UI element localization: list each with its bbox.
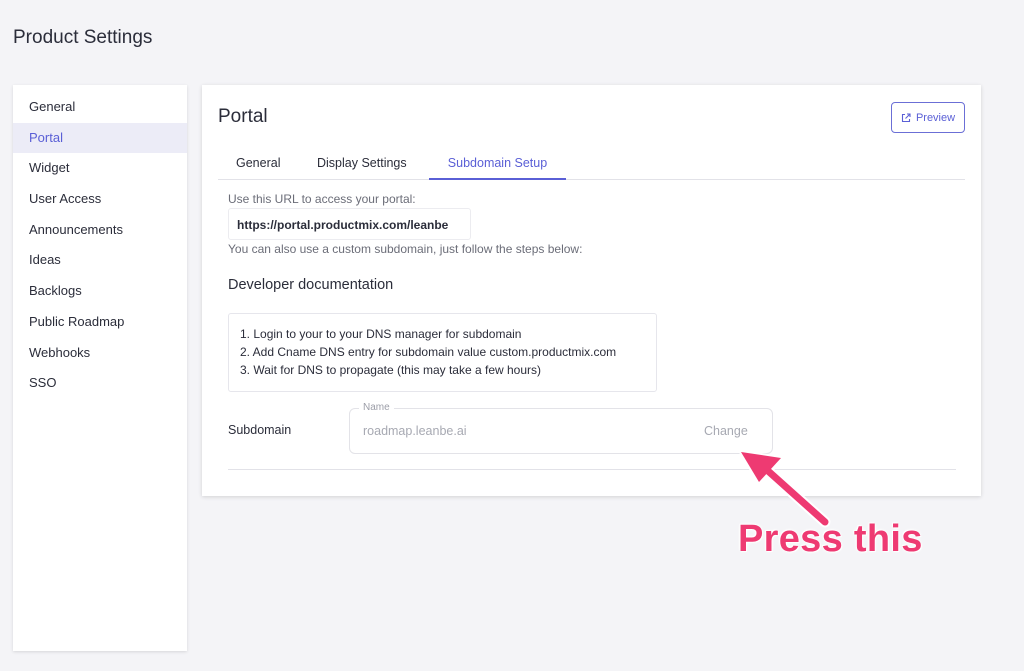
portal-url-field[interactable]: https://portal.productmix.com/leanbe (228, 208, 471, 240)
external-link-icon (901, 112, 911, 122)
dns-step: 3. Wait for DNS to propagate (this may t… (240, 363, 542, 377)
subdomain-field-label: Name (359, 402, 394, 413)
preview-label: Preview (915, 111, 956, 124)
tab-subdomain-setup[interactable]: Subdomain Setup (429, 148, 566, 180)
sidebar-item-webhooks[interactable]: Webhooks (13, 338, 187, 369)
page-title: Product Settings (13, 27, 153, 48)
annotation-arrow (739, 450, 831, 528)
preview-button[interactable]: Preview (891, 102, 965, 133)
sidebar-item-sso[interactable]: SSO (13, 368, 187, 399)
tab-display-settings[interactable]: Display Settings (317, 148, 407, 180)
subdomain-name-field[interactable]: Name roadmap.leanbe.ai Change (349, 402, 773, 454)
subdomain-value: roadmap.leanbe.ai (363, 424, 467, 438)
settings-sidebar: General Portal Widget User Access Announ… (13, 85, 187, 651)
card-title: Portal (218, 106, 268, 127)
sidebar-item-public-roadmap[interactable]: Public Roadmap (13, 307, 187, 338)
dns-steps-box: 1. Login to your to your DNS manager for… (228, 313, 657, 392)
sidebar-item-backlogs[interactable]: Backlogs (13, 276, 187, 307)
dns-step: 1. Login to your to your DNS manager for… (240, 327, 522, 341)
url-intro-text: Use this URL to access your portal: (228, 192, 416, 206)
dns-step: 2. Add Cname DNS entry for subdomain val… (240, 345, 617, 359)
annotation-text: Press this (738, 518, 923, 560)
tab-general[interactable]: General (236, 148, 280, 180)
sidebar-item-announcements[interactable]: Announcements (13, 215, 187, 246)
sidebar-item-portal[interactable]: Portal (13, 122, 187, 154)
divider (228, 469, 956, 470)
tab-bar: General Display Settings Subdomain Setup (218, 148, 965, 180)
sidebar-item-user-access[interactable]: User Access (13, 184, 187, 215)
change-button[interactable]: Change (704, 424, 748, 438)
sidebar-item-widget[interactable]: Widget (13, 153, 187, 184)
portal-settings-card: Portal Preview General Display Settings … (202, 85, 981, 496)
sidebar-item-ideas[interactable]: Ideas (13, 245, 187, 276)
subdomain-label: Subdomain (228, 423, 292, 437)
sidebar-item-general[interactable]: General (13, 92, 187, 123)
custom-subdomain-text: You can also use a custom subdomain, jus… (228, 242, 583, 256)
developer-documentation-heading: Developer documentation (228, 277, 394, 293)
